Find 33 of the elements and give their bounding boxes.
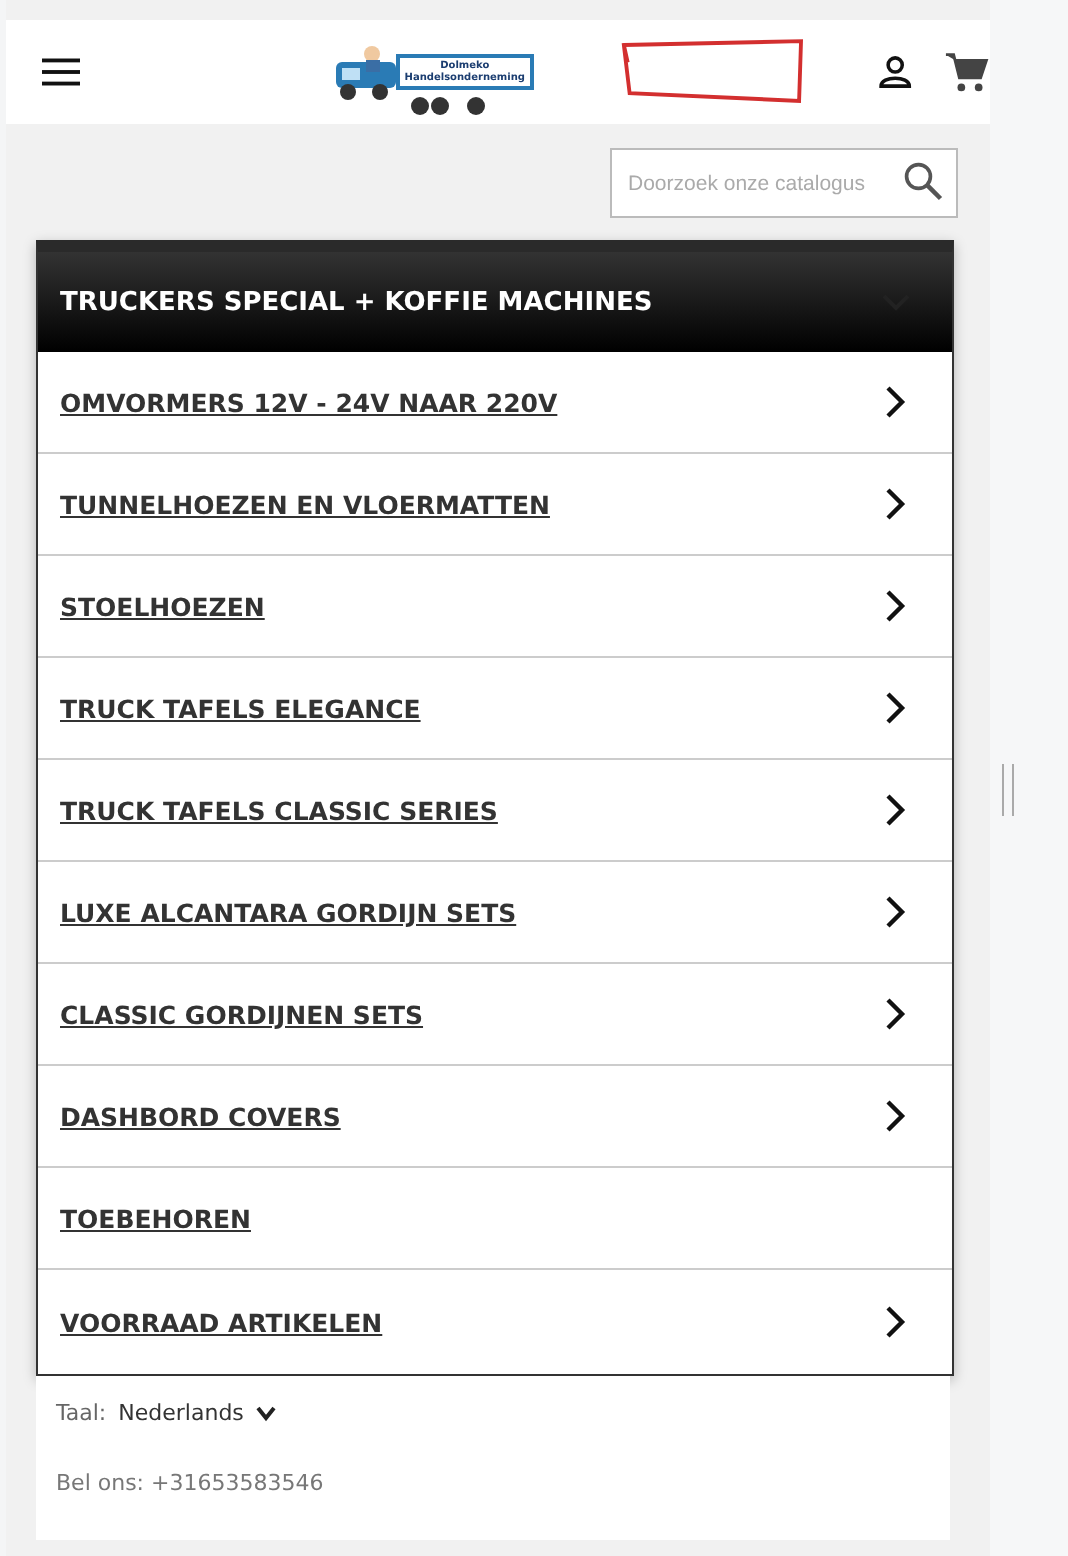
- chevron-right-icon[interactable]: [884, 386, 908, 418]
- chevron-right-icon[interactable]: [884, 590, 908, 622]
- wheels-icon: [408, 96, 489, 116]
- category-link[interactable]: TRUCK TAFELS CLASSIC SERIES: [60, 795, 498, 825]
- chevron-right-icon[interactable]: [884, 488, 908, 520]
- chevron-right-icon[interactable]: [884, 1100, 908, 1132]
- user-icon[interactable]: [873, 50, 916, 94]
- search-icon[interactable]: [902, 160, 946, 204]
- chevron-right-icon[interactable]: [884, 1306, 908, 1338]
- category-link[interactable]: DASHBORD COVERS: [60, 1101, 341, 1131]
- category-link[interactable]: TOEBEHOREN: [60, 1203, 251, 1233]
- cart-icon[interactable]: [943, 48, 990, 96]
- phone-text: Bel ons: +31653583546: [56, 1470, 326, 1496]
- chevron-right-icon[interactable]: [884, 998, 908, 1030]
- chevron-right-icon[interactable]: [884, 896, 908, 928]
- category-link[interactable]: STOELHOEZEN: [60, 591, 265, 621]
- category-link[interactable]: TRUCK TAFELS ELEGANCE: [60, 693, 421, 723]
- menu-header[interactable]: TRUCKERS SPECIAL + KOFFIE MACHINES: [38, 252, 952, 352]
- truck-icon: [332, 42, 401, 102]
- category-link[interactable]: TUNNELHOEZEN EN VLOERMATTEN: [60, 489, 550, 519]
- language-select[interactable]: Nederlands: [118, 1400, 244, 1426]
- category-link[interactable]: LUXE ALCANTARA GORDIJN SETS: [60, 897, 517, 927]
- category-link[interactable]: OMVORMERS 12V - 24V NAAR 220V: [60, 387, 558, 417]
- chevron-right-icon[interactable]: [884, 794, 908, 826]
- category-link[interactable]: VOORRAAD ARTIKELEN: [60, 1307, 383, 1337]
- category-link[interactable]: CLASSIC GORDIJNEN SETS: [60, 999, 424, 1029]
- chevron-right-icon[interactable]: [884, 692, 908, 724]
- caret-icon[interactable]: [255, 1405, 276, 1421]
- search-field[interactable]: Doorzoek onze catalogus: [610, 148, 958, 218]
- menu-title: TRUCKERS SPECIAL + KOFFIE MACHINES: [60, 287, 653, 317]
- menu-icon[interactable]: [42, 58, 81, 86]
- language-label: Taal:: [56, 1400, 107, 1426]
- resize-handle[interactable]: [1001, 764, 1013, 816]
